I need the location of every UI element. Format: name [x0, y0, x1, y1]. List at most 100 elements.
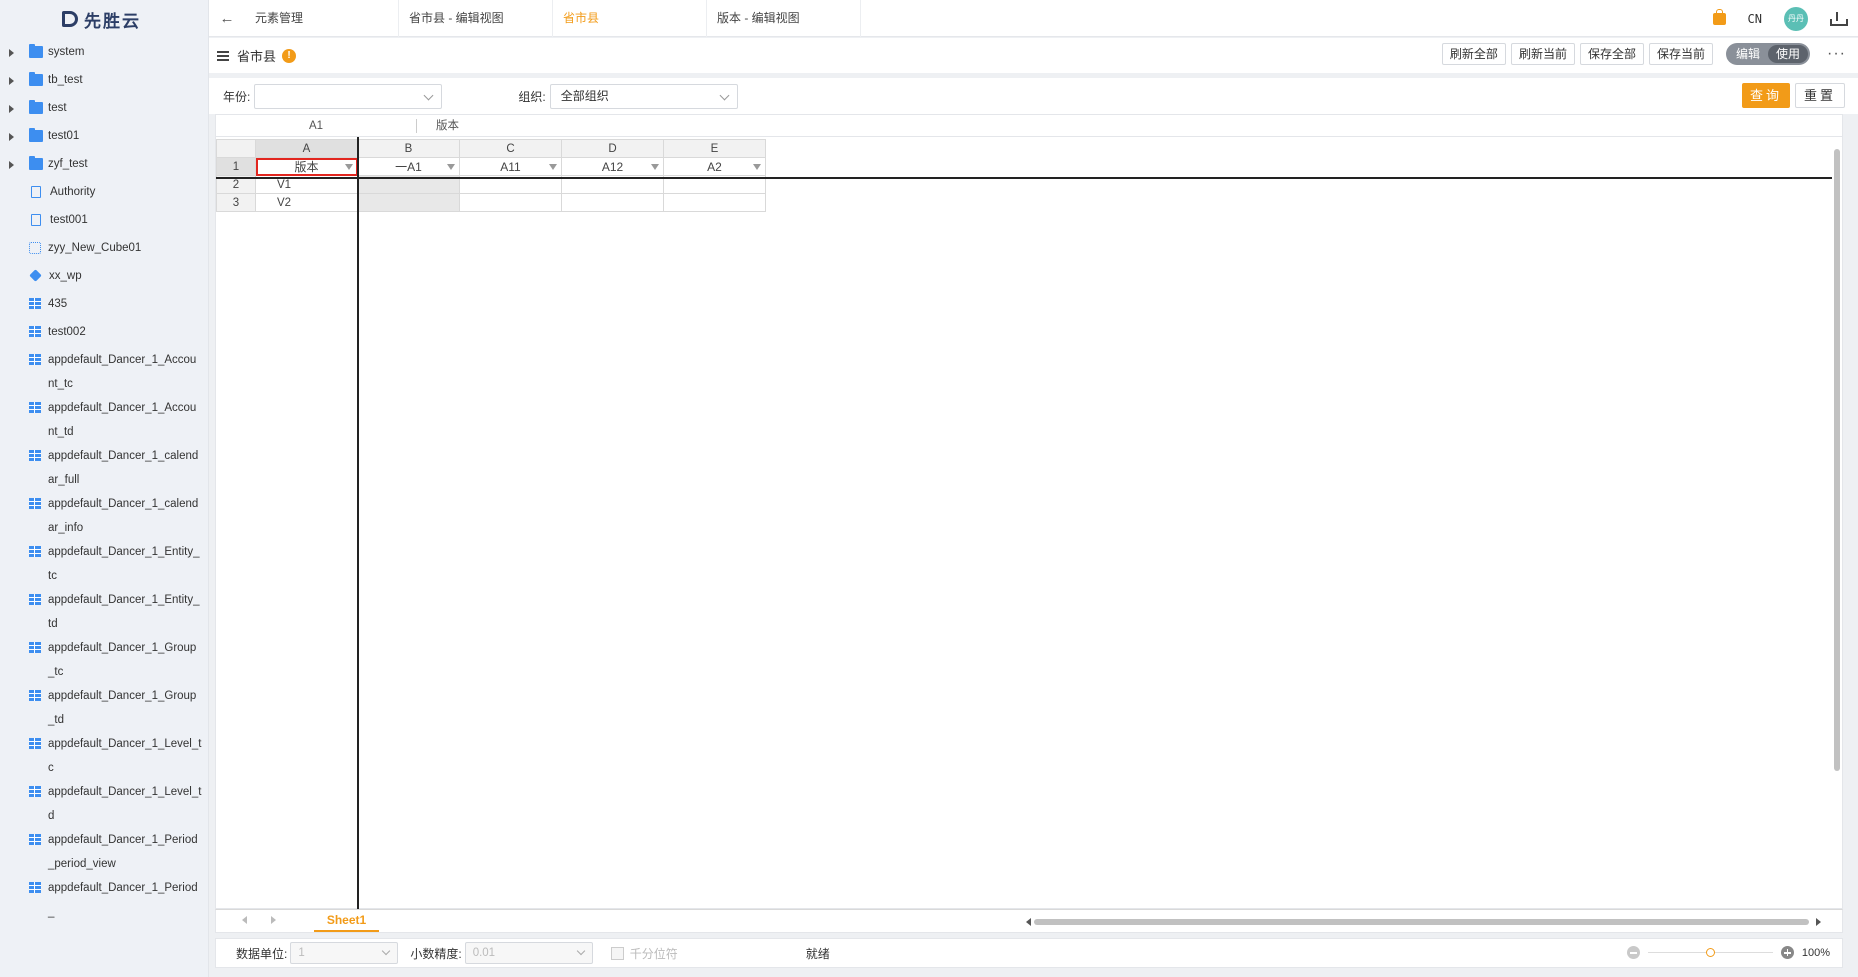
refresh-current-button[interactable]: 刷新当前	[1510, 43, 1575, 65]
tree-item[interactable]: appdefault_Dancer_1_Group_td	[0, 684, 208, 732]
caret-right-icon[interactable]	[9, 49, 14, 57]
tree-item[interactable]: appdefault_Dancer_1_Period_	[0, 876, 208, 924]
tree-item[interactable]: appdefault_Dancer_1_Entity_tc	[0, 540, 208, 588]
zoom-slider[interactable]	[1647, 948, 1773, 957]
thousands-separator-checkbox[interactable]	[610, 946, 624, 960]
grid-cell[interactable]: V2	[255, 193, 358, 212]
tree-item[interactable]: appdefault_Dancer_1_Level_tc	[0, 732, 208, 780]
tree-item[interactable]: xx_wp	[0, 264, 208, 292]
tree-item[interactable]: test	[0, 96, 208, 124]
language-switch[interactable]: CN	[1748, 12, 1762, 26]
tree-item[interactable]: appdefault_Dancer_1_Account_tc	[0, 348, 208, 396]
mode-toggle[interactable]: 编辑 使用	[1725, 43, 1811, 65]
thousands-separator-label: 千分位符	[629, 946, 678, 961]
query-button[interactable]: 查询	[1741, 83, 1790, 108]
tree-item[interactable]: appdefault_Dancer_1_Group_tc	[0, 636, 208, 684]
grid-cell[interactable]	[663, 193, 766, 212]
grid-table: A B C D E 1 版本 一A1 A11 A12 A2 2 V1 3 V2	[216, 139, 766, 212]
column-header[interactable]: E	[663, 139, 766, 158]
filter-icon[interactable]	[447, 164, 455, 170]
info-icon[interactable]: !	[282, 48, 297, 63]
column-header[interactable]: B	[357, 139, 460, 158]
year-select[interactable]	[254, 83, 443, 109]
tree-item[interactable]: appdefault_Dancer_1_Level_td	[0, 780, 208, 828]
save-current-button[interactable]: 保存当前	[1648, 43, 1713, 65]
grid-area[interactable]: A B C D E 1 版本 一A1 A11 A12 A2 2 V1 3 V2	[216, 137, 1842, 909]
tree-item[interactable]: test002	[0, 320, 208, 348]
tab-province[interactable]: 省市县	[553, 0, 707, 37]
back-arrow-icon[interactable]: ←	[209, 10, 245, 27]
tree-item-label: appdefault_Dancer_1_Level_tc	[48, 738, 202, 774]
filter-icon[interactable]	[753, 164, 761, 170]
data-unit-select[interactable]: 1	[290, 942, 399, 964]
tree-item[interactable]: test01	[0, 124, 208, 152]
horizontal-scrollbar-thumb[interactable]	[1034, 919, 1809, 925]
precision-select[interactable]: 0.01	[464, 942, 593, 964]
filter-icon[interactable]	[345, 164, 353, 170]
cell-reference[interactable]: A1	[216, 115, 416, 137]
select-all-corner[interactable]	[216, 139, 256, 158]
header-cell[interactable]: 一A1	[357, 157, 460, 176]
caret-right-icon[interactable]	[9, 77, 14, 85]
tree-item[interactable]: appdefault_Dancer_1_calendar_full	[0, 444, 208, 492]
vertical-scrollbar-thumb[interactable]	[1834, 149, 1840, 771]
sheet-next-icon[interactable]	[271, 916, 276, 924]
tree-item[interactable]: appdefault_Dancer_1_Account_td	[0, 396, 208, 444]
tree-item[interactable]: Authority	[0, 180, 208, 208]
mode-use-option[interactable]: 使用	[1768, 45, 1809, 63]
grid-cell[interactable]	[561, 193, 664, 212]
column-header[interactable]: D	[561, 139, 664, 158]
mode-edit-option[interactable]: 编辑	[1728, 45, 1768, 63]
column-header[interactable]: C	[459, 139, 562, 158]
caret-right-icon[interactable]	[9, 105, 14, 113]
filter-icon[interactable]	[549, 164, 557, 170]
header-cell-version[interactable]: 版本	[255, 157, 358, 176]
more-icon[interactable]: ···	[1827, 45, 1846, 63]
bag-icon[interactable]	[1712, 8, 1726, 25]
formula-value[interactable]: 版本	[436, 115, 459, 137]
tree-item[interactable]: appdefault_Dancer_1_calendar_info	[0, 492, 208, 540]
grid-cell[interactable]	[459, 193, 562, 212]
tree-item[interactable]: 435	[0, 292, 208, 320]
tree-item-label: xx_wp	[49, 270, 82, 282]
tree-item-label: appdefault_Dancer_1_Account_tc	[48, 354, 197, 390]
org-select[interactable]: 全部组织	[549, 83, 738, 109]
header-cell[interactable]: A11	[459, 157, 562, 176]
tree-item[interactable]: tb_test	[0, 68, 208, 96]
filter-icon[interactable]	[651, 164, 659, 170]
scroll-left-icon[interactable]	[1026, 918, 1031, 926]
tree-item[interactable]: test001	[0, 208, 208, 236]
zoom-out-icon[interactable]	[1626, 946, 1640, 959]
tree-item[interactable]: appdefault_Dancer_1_Entity_td	[0, 588, 208, 636]
sheet-prev-icon[interactable]	[242, 916, 247, 924]
row-header[interactable]: 3	[216, 193, 256, 212]
caret-right-icon[interactable]	[9, 133, 14, 141]
scroll-right-icon[interactable]	[1816, 918, 1821, 926]
tree-item-label: appdefault_Dancer_1_Period_period_view	[48, 834, 198, 870]
caret-right-icon[interactable]	[9, 161, 14, 169]
download-icon[interactable]	[1830, 11, 1848, 26]
header-cell[interactable]: A2	[663, 157, 766, 176]
refresh-all-button[interactable]: 刷新全部	[1441, 43, 1506, 65]
zoom-slider-knob[interactable]	[1705, 948, 1715, 957]
tree-item[interactable]: zyf_test	[0, 152, 208, 180]
tree-item[interactable]: appdefault_Dancer_1_Period_period_view	[0, 828, 208, 876]
horizontal-scrollbar[interactable]	[1026, 917, 1821, 927]
reset-button[interactable]: 重置	[1794, 83, 1845, 108]
header-cell[interactable]: A12	[561, 157, 664, 176]
tree-item[interactable]: zyy_New_Cube01	[0, 236, 208, 264]
avatar[interactable]: 丹丹	[1784, 6, 1808, 31]
tab-element-management[interactable]: 元素管理	[245, 0, 399, 37]
zoom-in-icon[interactable]	[1780, 946, 1794, 959]
row-header[interactable]: 1	[216, 157, 256, 176]
tab-province-edit-view[interactable]: 省市县 - 编辑视图	[399, 0, 553, 37]
menu-icon[interactable]	[217, 50, 229, 61]
tab-version-edit-view[interactable]: 版本 - 编辑视图	[707, 0, 861, 37]
save-all-button[interactable]: 保存全部	[1579, 43, 1644, 65]
grid-cell[interactable]	[357, 193, 460, 212]
tree-item[interactable]: system	[0, 40, 208, 68]
column-header[interactable]: A	[255, 139, 358, 158]
logo[interactable]: 先胜云	[0, 0, 208, 38]
sheet-tab[interactable]: Sheet1	[314, 910, 379, 932]
vertical-scrollbar[interactable]	[1832, 147, 1842, 787]
